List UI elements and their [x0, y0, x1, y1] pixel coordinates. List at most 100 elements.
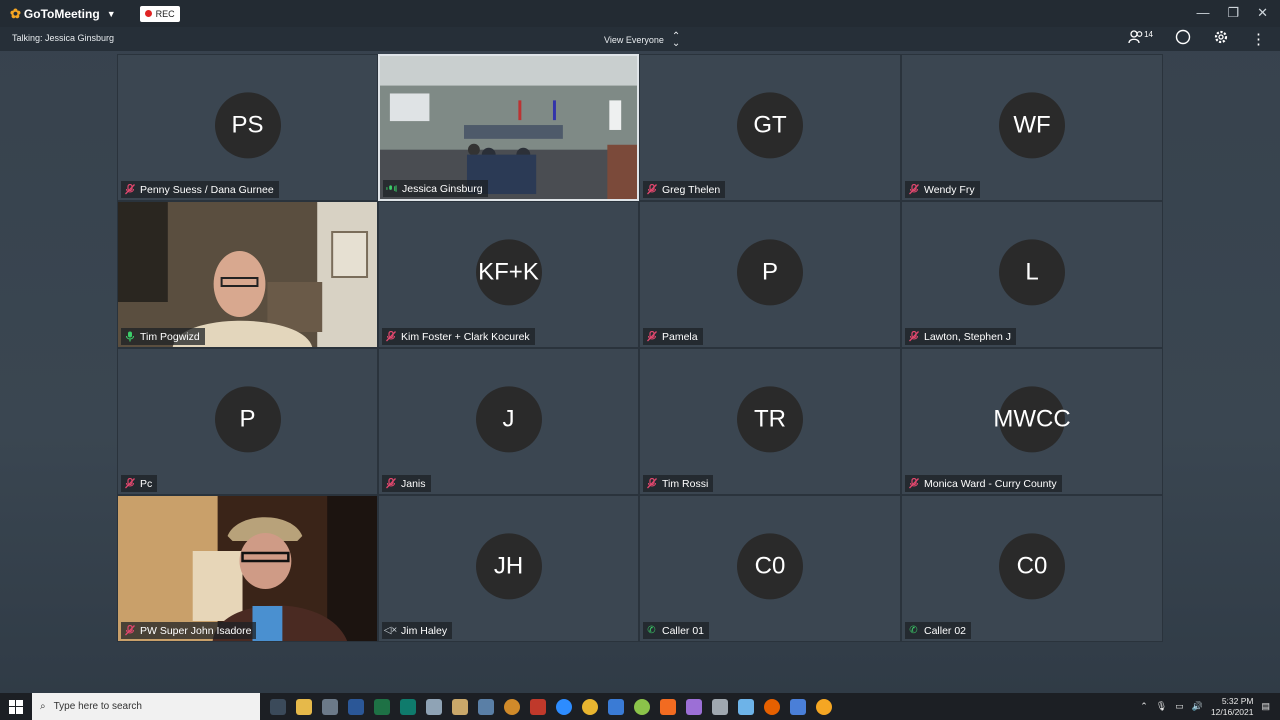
participant-name: Kim Foster + Clark Kocurek: [401, 330, 530, 343]
chrome-icon[interactable]: [582, 698, 598, 715]
notepad-icon[interactable]: [426, 698, 442, 715]
avatar-initials: C0: [754, 551, 786, 579]
avatar-initials: L: [1025, 257, 1039, 285]
search-placeholder: Type here to search: [53, 701, 142, 712]
people-icon: [1128, 30, 1143, 44]
filezilla-icon[interactable]: [530, 698, 546, 715]
settings-button[interactable]: [1213, 29, 1229, 49]
color-app-icon[interactable]: [686, 698, 702, 715]
excel-icon[interactable]: [374, 698, 390, 715]
participant-tile[interactable]: L Lawton, Stephen J: [901, 201, 1163, 348]
record-dot-icon: [144, 10, 152, 17]
participant-name: Monica Ward - Curry County: [924, 477, 1057, 490]
calendar-icon[interactable]: [608, 698, 624, 715]
participant-name-label: Tim Pogwizd: [121, 328, 205, 345]
participant-name: PW Super John Isadore: [140, 624, 252, 637]
notification-icon[interactable]: ▤: [1261, 701, 1270, 712]
tool-icon[interactable]: [712, 698, 728, 715]
word-icon[interactable]: [348, 698, 364, 715]
windows-logo-icon: [9, 699, 23, 714]
clock[interactable]: 5:32 PM 12/16/2021: [1211, 696, 1254, 718]
avatar-initials: P: [761, 257, 778, 285]
chat-button[interactable]: [1175, 29, 1191, 49]
talking-indicator: Talking: Jessica Ginsburg: [12, 33, 115, 43]
obs-icon[interactable]: [504, 698, 520, 715]
chevron-up-icon[interactable]: ⌃: [1140, 701, 1148, 712]
gotomeeting-app-icon[interactable]: [816, 698, 832, 715]
participant-tile[interactable]: Jessica Ginsburg: [378, 54, 639, 201]
clock-time: 5:32 PM: [1221, 695, 1254, 706]
mic-muted-icon: [124, 478, 135, 489]
notes-icon[interactable]: [738, 698, 754, 715]
zoom-icon[interactable]: [556, 698, 572, 715]
publisher-icon[interactable]: [400, 698, 416, 715]
view-selector[interactable]: View Everyone ⌃ ⌄: [604, 32, 680, 49]
participant-tile[interactable]: TR Tim Rossi: [639, 348, 901, 495]
participant-avatar: MWCC: [993, 385, 1071, 452]
microphone-icon[interactable]: 🎙: [1156, 701, 1167, 712]
meeting-toolbar: Talking: Jessica Ginsburg View Everyone …: [0, 27, 1280, 51]
system-tray: ⌃ 🎙 ▭ 🔊 5:32 PM 12/16/2021 ▤: [1140, 693, 1280, 720]
participant-avatar: GT: [737, 91, 803, 158]
taskbar-search[interactable]: ⌕ Type here to search: [32, 693, 260, 720]
start-button[interactable]: [0, 693, 32, 720]
title-bar: ✿ GoToMeeting ▼ REC — ❐ ✕: [0, 0, 1280, 27]
more-options-button[interactable]: ⋮: [1251, 30, 1266, 48]
close-icon[interactable]: ✕: [1257, 5, 1268, 21]
app-icon[interactable]: [478, 698, 494, 715]
attendees-button[interactable]: 14: [1128, 30, 1153, 48]
participant-name-label: ◁× Jim Haley: [382, 622, 453, 639]
mic-on-icon: [124, 331, 135, 342]
participant-tile[interactable]: Tim Pogwizd: [117, 201, 378, 348]
minimize-icon[interactable]: —: [1196, 5, 1209, 21]
participant-name-label: Monica Ward - Curry County: [905, 475, 1062, 492]
avatar-initials: JH: [493, 551, 524, 579]
network-icon[interactable]: ▭: [1175, 701, 1184, 712]
participant-tile[interactable]: MWCC Monica Ward - Curry County: [901, 348, 1163, 495]
participant-tile[interactable]: C0 ✆ Caller 01: [639, 495, 901, 642]
calculator-icon[interactable]: [322, 698, 338, 715]
toolbar-right: 14 ⋮: [1128, 29, 1266, 49]
participant-avatar: J: [475, 385, 542, 452]
restore-icon[interactable]: ❐: [1227, 5, 1239, 21]
vpn-icon[interactable]: [790, 698, 806, 715]
mic-muted-icon: [124, 625, 135, 636]
participant-name-label: Janis: [382, 475, 431, 492]
firefox-icon[interactable]: [764, 698, 780, 715]
avatar-initials: C0: [1016, 551, 1048, 579]
participant-tile[interactable]: P Pamela: [639, 201, 901, 348]
search-icon: ⌕: [40, 701, 46, 712]
participant-name: Penny Suess / Dana Gurnee: [140, 183, 274, 196]
volume-icon[interactable]: 🔊: [1192, 701, 1203, 712]
app-menu-button[interactable]: ✿ GoToMeeting ▼: [10, 6, 116, 22]
app-green-icon[interactable]: [634, 698, 650, 715]
participant-avatar: PS: [214, 91, 281, 158]
participant-tile[interactable]: PW Super John Isadore: [117, 495, 378, 642]
participant-tile[interactable]: P Pc: [117, 348, 378, 495]
recording-badge[interactable]: REC: [139, 5, 180, 22]
task-view-icon[interactable]: [270, 698, 286, 715]
participant-tile[interactable]: JH ◁× Jim Haley: [378, 495, 639, 642]
participant-tile[interactable]: GT Greg Thelen: [639, 54, 901, 201]
participant-avatar: P: [737, 238, 803, 305]
participant-name: Pc: [140, 477, 153, 490]
participant-video: [118, 496, 377, 641]
participant-name-label: ✆ Caller 01: [643, 622, 710, 639]
mic-muted-icon: [908, 478, 919, 489]
participant-name: Jim Haley: [401, 624, 448, 637]
participant-tile[interactable]: J Janis: [378, 348, 639, 495]
participant-name-label: Lawton, Stephen J: [905, 328, 1016, 345]
participant-name-label: Pamela: [643, 328, 703, 345]
participant-tile[interactable]: WF Wendy Fry: [901, 54, 1163, 201]
media-player-icon[interactable]: [452, 698, 468, 715]
participant-tile[interactable]: KF+K Kim Foster + Clark Kocurek: [378, 201, 639, 348]
rec-label: REC: [155, 8, 175, 19]
participant-tile[interactable]: C0 ✆ Caller 02: [901, 495, 1163, 642]
gotomeeting-taskbar-icon[interactable]: [660, 698, 676, 715]
participant-tile[interactable]: PS Penny Suess / Dana Gurnee: [117, 54, 378, 201]
mic-muted-icon: [124, 184, 135, 195]
participant-avatar: P: [214, 385, 281, 452]
file-explorer-icon[interactable]: [296, 698, 312, 715]
app-name: GoToMeeting: [23, 6, 100, 21]
vertical-dots-icon: ⋮: [1251, 31, 1266, 48]
